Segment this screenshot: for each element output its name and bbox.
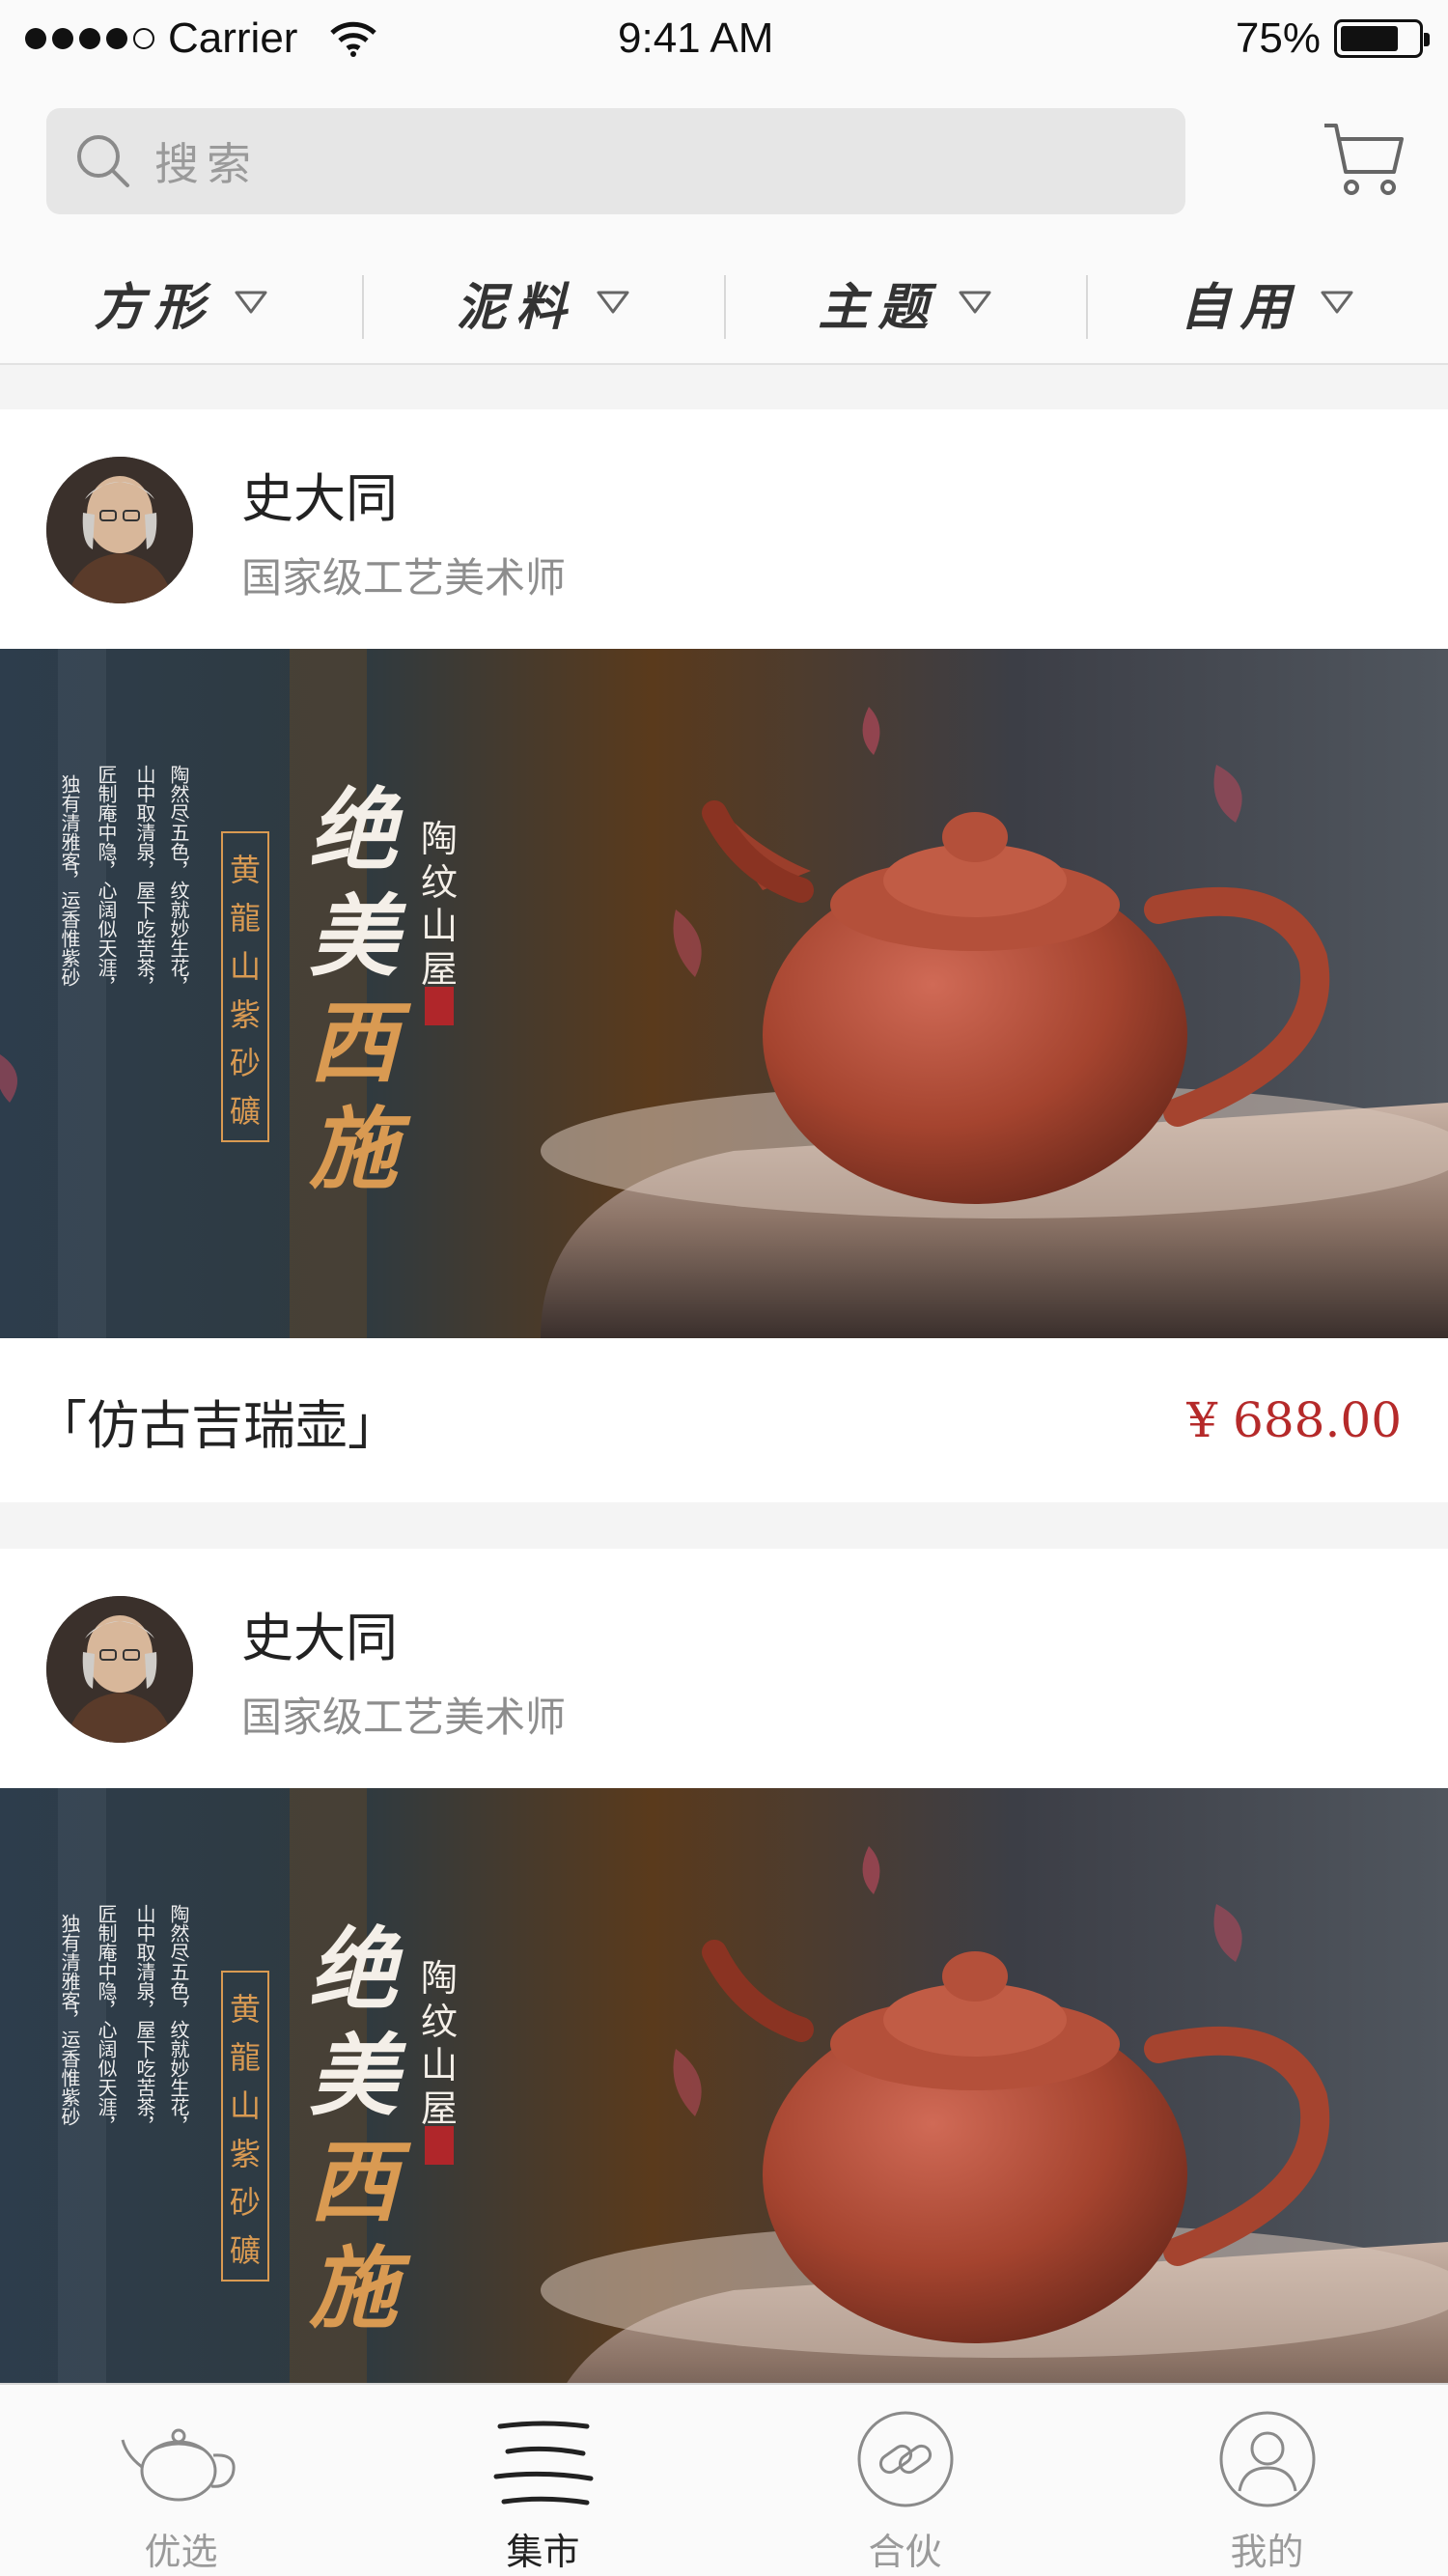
filter-label: 主题	[818, 277, 938, 337]
page: Carrier 9:41 AM 75% 搜索 方形 泥料 主题 自用 史大同 国…	[0, 0, 1448, 2576]
search-icon	[77, 135, 129, 187]
svg-text:黄: 黄	[230, 1991, 261, 2028]
svg-text:砂: 砂	[230, 1045, 261, 1081]
svg-text:屋: 屋	[421, 948, 458, 991]
svg-text:纹: 纹	[421, 2001, 458, 2043]
svg-text:陶: 陶	[421, 818, 458, 860]
svg-text:陶然尽五色，纹就妙生花，: 陶然尽五色，纹就妙生花，	[167, 765, 190, 996]
search-input[interactable]: 搜索	[46, 108, 1185, 214]
author-title: 国家级工艺美术师	[241, 555, 567, 601]
product-price: ¥ 688.00	[1186, 1392, 1402, 1448]
filter-label: 方形	[94, 277, 214, 337]
triangle-down-icon	[1321, 291, 1352, 314]
filter-bar: 方形 泥料 主题 自用	[0, 249, 1448, 355]
svg-text:施: 施	[309, 2236, 411, 2340]
triangle-down-icon	[597, 291, 628, 314]
author-row[interactable]: 史大同 国家级工艺美术师	[46, 1595, 566, 1744]
svg-text:龍: 龍	[230, 900, 261, 937]
svg-text:礦: 礦	[230, 1093, 261, 1130]
author-row[interactable]: 史大同 国家级工艺美术师	[46, 456, 566, 604]
market-lines-icon	[481, 2406, 606, 2512]
triangle-down-icon	[959, 291, 990, 314]
svg-text:黄: 黄	[230, 852, 261, 888]
svg-text:山: 山	[230, 2087, 261, 2124]
svg-text:陶然尽五色，纹就妙生花，: 陶然尽五色，纹就妙生花，	[167, 1904, 190, 2136]
svg-text:匠制庵中隐，心阔似天涯，: 匠制庵中隐，心阔似天涯，	[95, 765, 118, 996]
svg-text:礦: 礦	[230, 2232, 261, 2269]
svg-text:山中取清泉，屋下吃苦茶，: 山中取清泉，屋下吃苦茶，	[133, 765, 156, 996]
status-right: 75%	[1235, 14, 1430, 63]
clock-label: 9:41 AM	[618, 14, 774, 62]
tab-label: 优选	[144, 2533, 218, 2573]
triangle-down-icon	[235, 291, 266, 314]
svg-text:美: 美	[309, 2024, 407, 2128]
avatar[interactable]	[46, 1596, 193, 1743]
svg-text:施: 施	[309, 1097, 411, 1201]
author-name: 史大同	[241, 1610, 398, 1667]
filter-usage[interactable]: 自用	[1086, 264, 1448, 341]
svg-text:纹: 纹	[421, 861, 458, 904]
filter-shape[interactable]: 方形	[0, 264, 362, 341]
battery-icon	[1334, 19, 1430, 58]
svg-text:紫: 紫	[230, 996, 261, 1033]
svg-text:西: 西	[309, 991, 412, 1095]
tab-label: 集市	[506, 2533, 580, 2573]
tab-featured[interactable]: 优选	[0, 2385, 362, 2576]
tab-label: 合伙	[868, 2533, 942, 2573]
svg-text:绝: 绝	[309, 778, 404, 882]
avatar[interactable]	[46, 457, 193, 603]
status-bar: Carrier 9:41 AM 75%	[0, 0, 1448, 77]
svg-text:西: 西	[309, 2130, 412, 2234]
tab-market[interactable]: 集市	[362, 2385, 724, 2576]
signal-strength-icon	[25, 28, 154, 49]
product-info[interactable]: 「仿古吉瑞壶」 ¥ 688.00	[0, 1338, 1448, 1502]
filter-label: 自用	[1180, 277, 1300, 337]
svg-text:砂: 砂	[230, 2184, 261, 2221]
svg-text:屋: 屋	[421, 2087, 458, 2130]
tab-bar: 优选 集市 合伙 我的	[0, 2383, 1448, 2576]
tab-label: 我的	[1230, 2533, 1304, 2573]
svg-text:独有清雅客，运香惟紫砂: 独有清雅客，运香惟紫砂	[58, 1914, 81, 2126]
teapot-icon	[119, 2406, 244, 2512]
svg-text:紫: 紫	[230, 2136, 261, 2172]
link-icon	[843, 2406, 968, 2512]
svg-text:绝: 绝	[309, 1918, 404, 2022]
wifi-icon	[330, 21, 377, 57]
tab-partner[interactable]: 合伙	[724, 2385, 1086, 2576]
author-name: 史大同	[241, 470, 398, 528]
author-title: 国家级工艺美术师	[241, 1694, 567, 1740]
svg-text:山: 山	[421, 905, 458, 947]
header: 搜索 方形 泥料 主题 自用	[0, 77, 1448, 365]
battery-percent: 75%	[1235, 14, 1321, 62]
svg-text:山: 山	[421, 2044, 458, 2086]
status-left: Carrier	[25, 14, 378, 63]
product-banner[interactable]: 绝 美 西 施 陶 纹 山 屋 黄 龍 山 紫 砂 礦 陶然尽五色，纹就妙生花，…	[0, 1788, 1448, 2389]
filter-clay[interactable]: 泥料	[362, 264, 724, 341]
carrier-label: Carrier	[168, 14, 298, 62]
feed-card[interactable]: 史大同 国家级工艺美术师 绝 美 西 施 陶 纹 山 屋 黄 龍 山 紫 砂 礦…	[0, 1549, 1448, 2389]
filter-theme[interactable]: 主题	[724, 264, 1086, 341]
svg-text:山中取清泉，屋下吃苦茶，: 山中取清泉，屋下吃苦茶，	[133, 1904, 156, 2136]
cart-icon[interactable]	[1321, 116, 1407, 203]
svg-text:龍: 龍	[230, 2039, 261, 2076]
feed-card[interactable]: 史大同 国家级工艺美术师 绝 美 西 施 陶 纹 山 屋 黄 龍 山 紫 砂 礦…	[0, 409, 1448, 1502]
tab-mine[interactable]: 我的	[1086, 2385, 1448, 2576]
svg-text:陶: 陶	[421, 1957, 458, 2000]
user-icon	[1205, 2406, 1330, 2512]
svg-text:山: 山	[230, 948, 261, 985]
product-banner[interactable]: 绝 美 西 施 陶 纹 山 屋 黄 龍 山 紫 砂 礦 陶然尽五色，纹就妙生花，…	[0, 649, 1448, 1338]
product-name: 「仿古吉瑞壶」	[35, 1396, 400, 1455]
svg-text:匠制庵中隐，心阔似天涯，: 匠制庵中隐，心阔似天涯，	[95, 1904, 118, 2136]
search-placeholder: 搜索	[154, 138, 259, 190]
filter-label: 泥料	[456, 277, 576, 337]
svg-text:独有清雅客，运香惟紫砂: 独有清雅客，运香惟紫砂	[58, 774, 81, 987]
svg-text:美: 美	[309, 884, 407, 989]
